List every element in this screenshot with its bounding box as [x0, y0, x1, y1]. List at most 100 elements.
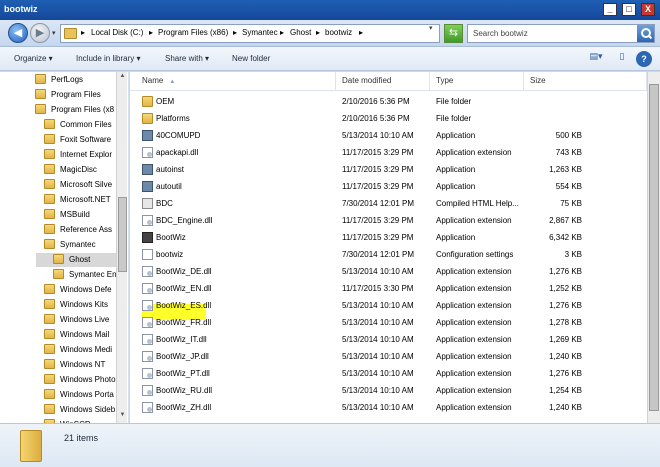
- file-row[interactable]: 40COMUPD 5/13/2014 10:10 AM Application 500…: [130, 127, 647, 144]
- back-button[interactable]: ◀: [8, 23, 28, 43]
- file-row[interactable]: BDC_Engine.dll 11/17/2015 3:29 PM Applicat…: [130, 212, 647, 229]
- tree-item[interactable]: Windows Porta: [44, 388, 114, 402]
- view-options-icon[interactable]: ▤▾: [588, 51, 604, 67]
- file-row[interactable]: autoinst 11/17/2015 3:29 PM Application 1,2…: [130, 161, 647, 178]
- nav-scroll-thumb[interactable]: [118, 197, 127, 272]
- minimize-button[interactable]: _: [603, 3, 617, 16]
- search-icon[interactable]: [637, 25, 654, 42]
- tree-item[interactable]: Windows Sideb: [44, 403, 115, 417]
- folder-icon: [44, 329, 55, 339]
- preview-pane-icon[interactable]: ▯: [614, 51, 630, 67]
- file-scroll-thumb[interactable]: [649, 84, 659, 411]
- item-count: 21 items: [64, 433, 99, 443]
- breadcrumb-bootwiz[interactable]: bootwiz: [325, 28, 352, 37]
- file-row[interactable]: BootWiz_IT.dll 5/13/2014 10:10 AM Applicat…: [130, 331, 647, 348]
- scroll-down-icon[interactable]: ▼: [118, 412, 127, 422]
- tree-item[interactable]: Windows Photo: [44, 373, 116, 387]
- file-row[interactable]: autoutil 11/17/2015 3:29 PM Application 554…: [130, 178, 647, 195]
- address-field[interactable]: ▸ Local Disk (C:) ▸ Program Files (x86) …: [60, 24, 440, 43]
- file-row[interactable]: BootWiz_FR.dll 5/13/2014 10:10 AM Applicat…: [130, 314, 647, 331]
- tree-item[interactable]: PerfLogs: [35, 73, 83, 87]
- breadcrumb-symantec[interactable]: Symantec: [242, 28, 278, 37]
- tree-item[interactable]: Microsoft.NET: [44, 193, 111, 207]
- column-header-type[interactable]: Type: [430, 72, 524, 91]
- file-name: autoutil: [156, 182, 182, 191]
- file-row[interactable]: BootWiz_ES.dll 5/13/2014 10:10 AM Applicat…: [130, 297, 647, 314]
- tree-item[interactable]: MagicDisc: [44, 163, 97, 177]
- tree-item[interactable]: Foxit Software: [44, 133, 111, 147]
- file-row[interactable]: BootWiz_ZH.dll 5/13/2014 10:10 AM Applicat…: [130, 399, 647, 416]
- file-row[interactable]: BootWiz_PT.dll 5/13/2014 10:10 AM Applicat…: [130, 365, 647, 382]
- nav-scrollbar[interactable]: ▲ ▼: [116, 72, 127, 423]
- file-size: 554 KB: [555, 182, 582, 191]
- breadcrumb-local-disk[interactable]: Local Disk (C:): [91, 28, 143, 37]
- file-row[interactable]: BootWiz_EN.dll 11/17/2015 3:30 PM Applicat…: [130, 280, 647, 297]
- tree-item[interactable]: Windows NT: [44, 358, 105, 372]
- organize-button[interactable]: Organize ▾: [14, 54, 53, 63]
- file-date-modified: 7/30/2014 12:01 PM: [342, 250, 415, 259]
- file-row[interactable]: BootWiz_JP.dll 5/13/2014 10:10 AM Applicat…: [130, 348, 647, 365]
- forward-button[interactable]: ▶: [30, 23, 50, 43]
- tree-item[interactable]: Windows Kits: [44, 298, 108, 312]
- breadcrumb-separator-icon[interactable]: ▸: [233, 28, 237, 37]
- file-list-scrollbar[interactable]: [647, 72, 660, 423]
- breadcrumb-separator-icon[interactable]: ▸: [359, 28, 363, 37]
- tree-item[interactable]: Windows Defe: [44, 283, 112, 297]
- tree-item[interactable]: Internet Explor: [44, 148, 112, 162]
- column-header-name[interactable]: Name ▲: [130, 72, 336, 91]
- breadcrumb-separator-icon[interactable]: ▸: [81, 28, 85, 37]
- tree-item-label: MagicDisc: [60, 165, 97, 174]
- breadcrumb-program-files-x86[interactable]: Program Files (x86): [158, 28, 228, 37]
- share-with-button[interactable]: Share with ▾: [165, 54, 209, 63]
- refresh-button[interactable]: ⇆: [444, 24, 463, 43]
- folder-icon: [44, 314, 55, 324]
- file-row[interactable]: BootWiz 11/17/2015 3:29 PM Application 6,34…: [130, 229, 647, 246]
- tree-item-label: MSBuild: [60, 210, 90, 219]
- tree-item[interactable]: Program Files (x8: [35, 103, 114, 117]
- tree-item-label: Windows Live: [60, 315, 110, 324]
- close-button[interactable]: X: [641, 3, 655, 16]
- file-size: 3 KB: [564, 250, 582, 259]
- column-header-size[interactable]: Size: [524, 72, 647, 91]
- breadcrumb-separator-icon[interactable]: ▸: [280, 28, 284, 37]
- folder-icon: [44, 284, 55, 294]
- file-row[interactable]: bootwiz 7/30/2014 12:01 PM Configuration s…: [130, 246, 647, 263]
- file-size: 1,252 KB: [549, 284, 582, 293]
- column-header-date[interactable]: Date modified: [336, 72, 430, 91]
- tree-item[interactable]: MSBuild: [44, 208, 90, 222]
- maximize-button[interactable]: □: [622, 3, 636, 16]
- file-type: Application extension: [436, 335, 512, 344]
- tree-item[interactable]: Windows Live: [44, 313, 109, 327]
- file-name: BootWiz_RU.dll: [156, 386, 213, 395]
- file-date-modified: 5/13/2014 10:10 AM: [342, 352, 414, 361]
- tree-item[interactable]: Symantec: [44, 238, 96, 252]
- breadcrumb-separator-icon[interactable]: ▸: [316, 28, 320, 37]
- file-row[interactable]: BDC 7/30/2014 12:01 PM Compiled HTML Help.…: [130, 195, 647, 212]
- tree-item[interactable]: Ghost: [36, 253, 116, 267]
- help-icon[interactable]: ?: [636, 51, 652, 67]
- scroll-up-icon[interactable]: ▲: [118, 73, 127, 83]
- tree-item[interactable]: Symantec En: [53, 268, 117, 282]
- tree-item[interactable]: Reference Ass: [44, 223, 112, 237]
- tree-item-label: Reference Ass: [60, 225, 113, 234]
- file-name: apackapi.dll: [156, 148, 199, 157]
- file-row[interactable]: OEM 2/10/2016 5:36 PM File folder: [130, 93, 647, 110]
- file-row[interactable]: Platforms 2/10/2016 5:36 PM File folder: [130, 110, 647, 127]
- new-folder-button[interactable]: New folder: [232, 54, 270, 63]
- tree-item[interactable]: Windows Mail: [44, 328, 109, 342]
- file-name: BootWiz_ZH.dll: [156, 403, 212, 412]
- file-row[interactable]: apackapi.dll 11/17/2015 3:29 PM Applicatio…: [130, 144, 647, 161]
- history-dropdown-icon[interactable]: ▾: [52, 29, 56, 37]
- file-row[interactable]: BootWiz_RU.dll 5/13/2014 10:10 AM Applicat…: [130, 382, 647, 399]
- breadcrumb-ghost[interactable]: Ghost: [290, 28, 311, 37]
- include-in-library-button[interactable]: Include in library ▾: [76, 54, 141, 63]
- tree-item[interactable]: Microsoft Silve: [44, 178, 112, 192]
- search-input[interactable]: Search bootwiz: [467, 24, 655, 43]
- tree-item[interactable]: Common Files: [44, 118, 112, 132]
- address-bar-row: ◀ ▶ ▾ ▸ Local Disk (C:) ▸ Program Files …: [0, 20, 660, 47]
- breadcrumb-separator-icon[interactable]: ▸: [149, 28, 153, 37]
- address-dropdown-icon[interactable]: ▾: [429, 24, 433, 32]
- file-row[interactable]: BootWiz_DE.dll 5/13/2014 10:10 AM Applicat…: [130, 263, 647, 280]
- tree-item[interactable]: Program Files: [35, 88, 101, 102]
- tree-item[interactable]: Windows Medi: [44, 343, 112, 357]
